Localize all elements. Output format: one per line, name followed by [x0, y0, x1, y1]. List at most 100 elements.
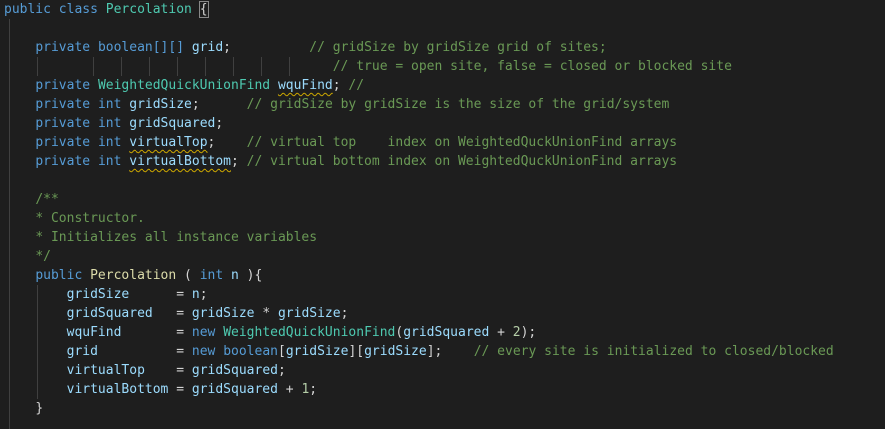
var-virtualbottom: virtualBottom [66, 382, 169, 397]
code-line-assign-wqufind[interactable]: wquFind = new WeightedQuickUnionFind(gri… [0, 323, 885, 342]
code-editor[interactable]: public class Percolation { private boole… [0, 0, 885, 429]
var-grid: grid [66, 344, 98, 359]
indent-guide [9, 323, 10, 342]
indent-guide [9, 247, 10, 266]
var-gridsize: gridSize [364, 344, 427, 359]
comment-virtualbottom: // virtual bottom index on WeightedQuckU… [246, 154, 678, 169]
keyword-public: public [4, 2, 51, 17]
indent-guide [205, 57, 206, 76]
param-type-int: int [199, 268, 224, 283]
type-int: int [97, 97, 122, 112]
code-line-assign-virtualtop[interactable]: virtualTop = gridSquared; [0, 361, 885, 380]
type-boolean: boolean [223, 344, 278, 359]
indent-guide [9, 285, 10, 304]
comment-wqu: // [348, 78, 365, 93]
indent-guide [37, 361, 38, 380]
code-line-ctor-close[interactable]: } [0, 399, 885, 418]
indent-guide [37, 380, 38, 399]
keyword-new: new [191, 344, 216, 359]
code-line-assign-gridsquared[interactable]: gridSquared = gridSize * gridSize; [0, 304, 885, 323]
var-gridsize: gridSize [277, 306, 341, 321]
code-line-doc-close[interactable]: */ [0, 247, 885, 266]
var-gridsize: gridSize [66, 287, 130, 302]
indent-guide [121, 57, 122, 76]
semicolon: ; [191, 97, 200, 112]
code-line-gridsize-decl[interactable]: private int gridSize; // gridSize by gri… [0, 95, 885, 114]
indent-guide [9, 228, 10, 247]
code-line-doc-2[interactable]: * Initializes all instance variables [0, 228, 885, 247]
type-weighted-quick-union-find: WeightedQuickUnionFind [223, 325, 396, 340]
doc-comment-line: * Constructor. [35, 211, 145, 226]
indent-guide [9, 380, 10, 399]
var-gridsquared: gridSquared [191, 382, 278, 397]
field-gridsize: gridSize [129, 97, 192, 112]
close-paren-brace: ){ [238, 268, 263, 283]
doc-comment-close: */ [35, 249, 51, 264]
doc-comment-open: /** [35, 192, 59, 207]
class-name: Percolation [105, 2, 192, 17]
keyword-public: public [35, 268, 83, 283]
var-n: n [191, 287, 200, 302]
code-line-wqu-decl[interactable]: private WeightedQuickUnionFind wquFind; … [0, 76, 885, 95]
var-gridsize: gridSize [285, 344, 349, 359]
type-int: int [97, 154, 122, 169]
keyword-new: new [191, 325, 216, 340]
comment-grid-init: // every site is initialized to closed/b… [473, 344, 834, 359]
keyword-private: private [35, 78, 91, 93]
semicolon: ; [215, 116, 224, 131]
indent-guide [9, 209, 10, 228]
var-gridsize: gridSize [191, 306, 255, 321]
semicolon: ; [332, 78, 341, 93]
code-line-ctor[interactable]: public Percolation ( int n ){ [0, 266, 885, 285]
indent-guide [37, 304, 38, 323]
field-gridsquared: gridSquared [129, 116, 216, 131]
param-n: n [231, 268, 239, 283]
indent-guide [9, 19, 10, 38]
code-line-assign-virtualbottom[interactable]: virtualBottom = gridSquared + 1; [0, 380, 885, 399]
indent-guide [9, 38, 10, 57]
operator-multiply: * [262, 306, 271, 321]
code-line-vtop-decl[interactable]: private int virtualTop; // virtual top i… [0, 133, 885, 152]
indent-guide [9, 304, 10, 323]
code-line-blank[interactable] [0, 171, 885, 190]
indent-guide [289, 57, 290, 76]
keyword-class: class [58, 2, 98, 17]
type-boolean-array: boolean[][] [97, 40, 185, 55]
field-virtualtop: virtualTop [129, 135, 208, 150]
semicolon: ; [231, 154, 239, 169]
var-gridsquared: gridSquared [403, 325, 490, 340]
indent-guide [9, 190, 10, 209]
semicolon: ; [223, 40, 231, 55]
code-line-doc-1[interactable]: * Constructor. [0, 209, 885, 228]
indent-guide [177, 57, 178, 76]
indent-guide [149, 57, 150, 76]
indent-guide [9, 266, 10, 285]
indent-guide [9, 95, 10, 114]
close-brace: } [35, 401, 44, 416]
comment-grid: // gridSize by gridSize grid of sites; [309, 40, 607, 55]
code-line-gridsq-decl[interactable]: private int gridSquared; [0, 114, 885, 133]
code-line-assign-grid[interactable]: grid = new boolean[gridSize][gridSize]; … [0, 342, 885, 361]
code-line-blank[interactable] [0, 19, 885, 38]
comment-virtualtop: // virtual top index on WeightedQuckUnio… [246, 135, 678, 150]
indent-guide [261, 57, 262, 76]
type-int: int [97, 116, 122, 131]
keyword-private: private [35, 116, 91, 131]
code-line-assign-gridsize[interactable]: gridSize = n; [0, 285, 885, 304]
field-grid: grid [191, 40, 224, 55]
indent-guide [37, 57, 38, 76]
type-int: int [97, 135, 122, 150]
code-line-class-decl[interactable]: public class Percolation { [0, 0, 885, 19]
indent-guide [93, 57, 94, 76]
code-line-grid-decl[interactable]: private boolean[][] grid; // gridSize by… [0, 38, 885, 57]
indent-guide [9, 133, 10, 152]
indent-guide [9, 361, 10, 380]
code-line-grid-comment[interactable]: // true = open site, false = closed or b… [0, 57, 885, 76]
code-line-blank[interactable] [0, 418, 885, 429]
class-open-brace: { [198, 1, 209, 18]
indent-guide [37, 285, 38, 304]
code-line-doc-open[interactable]: /** [0, 190, 885, 209]
var-gridsquared: gridSquared [191, 363, 278, 378]
field-virtualbottom: virtualBottom [129, 154, 231, 169]
code-line-vbot-decl[interactable]: private int virtualBottom; // virtual bo… [0, 152, 885, 171]
